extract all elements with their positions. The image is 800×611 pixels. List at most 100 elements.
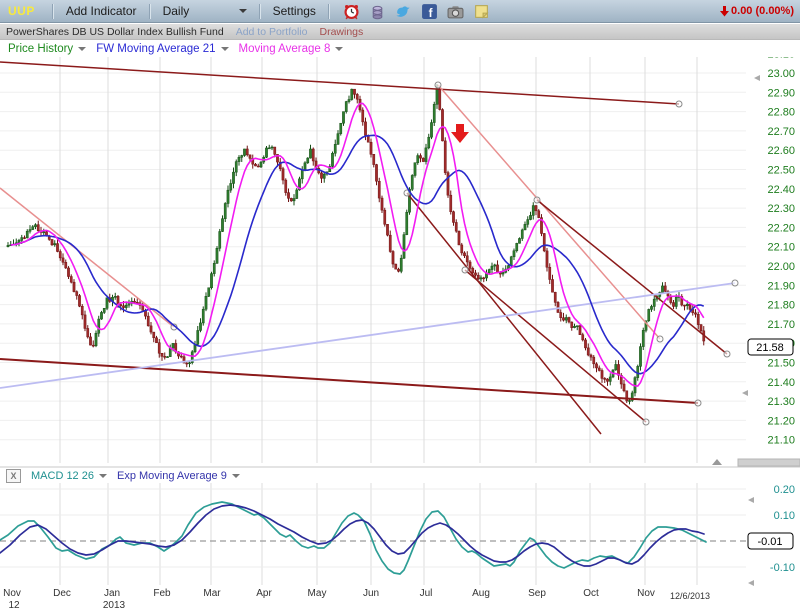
down-arrow-annotation[interactable] [451, 124, 469, 143]
indicator-legend: Price History FW Moving Average 21 Movin… [0, 41, 800, 57]
svg-text:Jul: Jul [420, 588, 433, 599]
chevron-down-icon [335, 47, 343, 55]
svg-text:Sep: Sep [528, 588, 546, 599]
svg-text:12/6/2013: 12/6/2013 [670, 591, 710, 601]
indicator-ma21[interactable]: FW Moving Average 21 [96, 43, 228, 55]
trendline-handle[interactable] [462, 267, 468, 273]
period-dropdown[interactable]: Daily [163, 4, 247, 18]
chevron-down-icon [232, 474, 240, 482]
trendline-handle[interactable] [534, 197, 540, 203]
trendline-handle[interactable] [732, 280, 738, 286]
trendline-drawings[interactable] [0, 62, 738, 434]
trendline-handle[interactable] [676, 101, 682, 107]
trendline-handle[interactable] [724, 351, 730, 357]
svg-text:May: May [308, 588, 327, 599]
svg-text:2013: 2013 [103, 600, 126, 611]
chevron-down-icon [221, 47, 229, 55]
svg-text:-0.01: -0.01 [757, 536, 782, 548]
trendline[interactable] [537, 200, 727, 354]
trendline-handle[interactable] [643, 419, 649, 425]
notes-icon[interactable] [473, 3, 490, 20]
macd-signal-label: Exp Moving Average 9 [117, 470, 227, 482]
ma21-line [11, 135, 704, 373]
svg-text:Aug: Aug [472, 588, 490, 599]
svg-text:Jan: Jan [104, 588, 120, 599]
svg-text:Apr: Apr [256, 588, 272, 599]
coins-icon[interactable] [369, 3, 386, 20]
trendline-handle[interactable] [695, 400, 701, 406]
price-history-label: Price History [8, 43, 73, 55]
trendline[interactable] [0, 62, 679, 104]
svg-text:f: f [429, 6, 433, 19]
axis-arrow-icon[interactable] [742, 390, 748, 396]
svg-text:22.90: 22.90 [767, 87, 795, 99]
svg-text:21.50: 21.50 [767, 358, 795, 370]
add-to-portfolio-link[interactable]: Add to Portfolio [236, 26, 308, 38]
svg-text:22.10: 22.10 [767, 242, 795, 254]
trendline-handle[interactable] [435, 82, 441, 88]
macd-line [0, 502, 706, 574]
camera-icon[interactable] [447, 3, 464, 20]
svg-text:0.10: 0.10 [774, 510, 795, 522]
trading-app: 23.1023.0022.9022.8022.7022.6022.5022.40… [0, 0, 800, 611]
toolbar-divider [52, 4, 54, 19]
svg-text:Feb: Feb [153, 588, 171, 599]
svg-text:Dec: Dec [53, 588, 71, 599]
chevron-down-icon [99, 474, 107, 482]
macd-panel: 0.20 0.10 -0.10 -0.01 [0, 484, 795, 586]
chevron-down-icon [78, 47, 86, 55]
symbol-subbar: PowerShares DB US Dollar Index Bullish F… [0, 24, 800, 40]
scrollbar-piece[interactable] [738, 459, 800, 466]
svg-text:21.40: 21.40 [767, 377, 795, 389]
main-toolbar: UUP Add Indicator Daily Settings [0, 0, 800, 23]
svg-text:23.00: 23.00 [767, 68, 795, 80]
ma21-label: FW Moving Average 21 [96, 43, 215, 55]
symbol-label: UUP [8, 4, 35, 18]
svg-text:Nov: Nov [3, 588, 21, 599]
svg-text:Jun: Jun [363, 588, 379, 599]
close-macd-button[interactable]: X [6, 469, 21, 483]
macd-panel-header: X MACD 12 26 Exp Moving Average 9 [0, 468, 800, 483]
macd-label: MACD 12 26 [31, 470, 94, 482]
indicator-macd-signal[interactable]: Exp Moving Average 9 [117, 470, 240, 482]
svg-text:21.20: 21.20 [767, 415, 795, 427]
trendline[interactable] [438, 85, 660, 339]
indicator-ma8[interactable]: Moving Average 8 [239, 43, 344, 55]
chart-canvas[interactable]: 23.1023.0022.9022.8022.7022.6022.5022.40… [0, 0, 800, 611]
chevron-down-icon [239, 9, 247, 17]
svg-text:Nov: Nov [637, 588, 655, 599]
add-indicator-button[interactable]: Add Indicator [66, 4, 137, 18]
indicator-macd[interactable]: MACD 12 26 [31, 470, 107, 482]
axis-arrow-icon[interactable] [748, 497, 754, 503]
svg-text:21.58: 21.58 [756, 342, 784, 354]
svg-text:22.60: 22.60 [767, 145, 795, 157]
alarm-clock-icon[interactable] [343, 3, 360, 20]
svg-text:22.50: 22.50 [767, 165, 795, 177]
ma8-label: Moving Average 8 [239, 43, 331, 55]
svg-text:Oct: Oct [583, 588, 599, 599]
svg-text:-0.10: -0.10 [770, 562, 795, 574]
toolbar-divider [259, 4, 261, 19]
svg-text:22.00: 22.00 [767, 261, 795, 273]
toolbar-divider [328, 4, 330, 19]
twitter-icon[interactable] [395, 3, 412, 20]
svg-text:21.90: 21.90 [767, 280, 795, 292]
expand-arrow-icon[interactable] [712, 459, 722, 465]
down-arrow-icon [720, 6, 729, 17]
axis-arrow-icon[interactable] [748, 580, 754, 586]
settings-button[interactable]: Settings [273, 4, 316, 18]
gridlines [0, 54, 746, 585]
axis-arrow-icon[interactable] [754, 75, 760, 81]
svg-text:22.70: 22.70 [767, 126, 795, 138]
svg-text:21.70: 21.70 [767, 319, 795, 331]
svg-text:Mar: Mar [203, 588, 221, 599]
facebook-icon[interactable]: f [421, 3, 438, 20]
quote-change: 0.00 (0.00%) [720, 5, 794, 17]
trendline[interactable] [0, 188, 174, 327]
svg-text:21.30: 21.30 [767, 396, 795, 408]
trendline-handle[interactable] [657, 336, 663, 342]
drawings-link[interactable]: Drawings [319, 26, 363, 38]
indicator-price-history[interactable]: Price History [8, 43, 86, 55]
quote-change-value: 0.00 (0.00%) [731, 5, 794, 17]
svg-text:0.20: 0.20 [774, 484, 795, 496]
